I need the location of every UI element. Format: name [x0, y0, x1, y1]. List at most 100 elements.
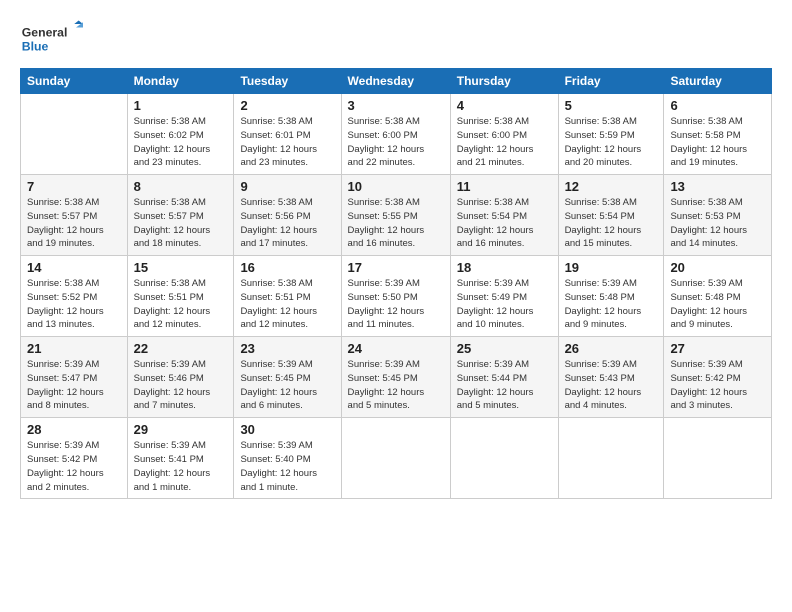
- day-number: 20: [670, 260, 765, 275]
- week-row-0: 1Sunrise: 5:38 AM Sunset: 6:02 PM Daylig…: [21, 94, 772, 175]
- day-info: Sunrise: 5:38 AM Sunset: 5:53 PM Dayligh…: [670, 196, 765, 251]
- calendar-cell: 2Sunrise: 5:38 AM Sunset: 6:01 PM Daylig…: [234, 94, 341, 175]
- day-number: 28: [27, 422, 121, 437]
- day-number: 24: [348, 341, 444, 356]
- day-number: 17: [348, 260, 444, 275]
- calendar-cell: 5 Sunrise: 5:38 AM Sunset: 5:59 PM Daylig…: [558, 94, 664, 175]
- day-number: 18: [457, 260, 552, 275]
- day-number: 11: [457, 179, 552, 194]
- day-info: Sunrise: 5:38 AM Sunset: 5:58 PM Dayligh…: [670, 115, 765, 170]
- day-info: Sunrise: 5:39 AM Sunset: 5:40 PM Dayligh…: [240, 439, 334, 494]
- calendar-cell: 23Sunrise: 5:39 AM Sunset: 5:45 PM Dayli…: [234, 337, 341, 418]
- calendar-cell: [341, 418, 450, 499]
- header: General Blue: [20, 18, 772, 58]
- day-number: 27: [670, 341, 765, 356]
- calendar-cell: 16 Sunrise: 5:38 AM Sunset: 5:51 PM Dayli…: [234, 256, 341, 337]
- weekday-header-thursday: Thursday: [450, 69, 558, 94]
- calendar-cell: 24 Sunrise: 5:39 AM Sunset: 5:45 PM Dayli…: [341, 337, 450, 418]
- day-number: 5: [565, 98, 658, 113]
- page: General Blue SundayMondayTuesdayWednesda…: [0, 0, 792, 612]
- day-number: 6: [670, 98, 765, 113]
- week-row-2: 14 Sunrise: 5:38 AM Sunset: 5:52 PM Dayli…: [21, 256, 772, 337]
- week-row-3: 21 Sunrise: 5:39 AM Sunset: 5:47 PM Dayli…: [21, 337, 772, 418]
- day-info: Sunrise: 5:39 AM Sunset: 5:48 PM Dayligh…: [565, 277, 658, 332]
- day-number: 30: [240, 422, 334, 437]
- week-row-4: 28 Sunrise: 5:39 AM Sunset: 5:42 PM Dayli…: [21, 418, 772, 499]
- day-number: 15: [134, 260, 228, 275]
- day-info: Sunrise: 5:39 AM Sunset: 5:43 PM Dayligh…: [565, 358, 658, 413]
- weekday-header-row: SundayMondayTuesdayWednesdayThursdayFrid…: [21, 69, 772, 94]
- day-number: 3: [348, 98, 444, 113]
- day-info: Sunrise: 5:38 AM Sunset: 5:57 PM Dayligh…: [27, 196, 121, 251]
- day-info: Sunrise: 5:38 AM Sunset: 5:59 PM Dayligh…: [565, 115, 658, 170]
- day-number: 19: [565, 260, 658, 275]
- calendar-cell: 27Sunrise: 5:39 AM Sunset: 5:42 PM Dayli…: [664, 337, 772, 418]
- weekday-header-saturday: Saturday: [664, 69, 772, 94]
- weekday-header-friday: Friday: [558, 69, 664, 94]
- day-info: Sunrise: 5:38 AM Sunset: 6:00 PM Dayligh…: [457, 115, 552, 170]
- day-number: 9: [240, 179, 334, 194]
- day-number: 14: [27, 260, 121, 275]
- calendar-cell: 1Sunrise: 5:38 AM Sunset: 6:02 PM Daylig…: [127, 94, 234, 175]
- calendar-cell: 17 Sunrise: 5:39 AM Sunset: 5:50 PM Dayli…: [341, 256, 450, 337]
- day-info: Sunrise: 5:39 AM Sunset: 5:44 PM Dayligh…: [457, 358, 552, 413]
- day-number: 16: [240, 260, 334, 275]
- calendar-cell: 3Sunrise: 5:38 AM Sunset: 6:00 PM Daylig…: [341, 94, 450, 175]
- calendar-cell: [450, 418, 558, 499]
- calendar-cell: 20 Sunrise: 5:39 AM Sunset: 5:48 PM Dayli…: [664, 256, 772, 337]
- calendar-cell: [664, 418, 772, 499]
- calendar-cell: 29Sunrise: 5:39 AM Sunset: 5:41 PM Dayli…: [127, 418, 234, 499]
- day-info: Sunrise: 5:38 AM Sunset: 5:52 PM Dayligh…: [27, 277, 121, 332]
- weekday-header-monday: Monday: [127, 69, 234, 94]
- calendar-cell: 25Sunrise: 5:39 AM Sunset: 5:44 PM Dayli…: [450, 337, 558, 418]
- day-number: 8: [134, 179, 228, 194]
- day-number: 12: [565, 179, 658, 194]
- weekday-header-sunday: Sunday: [21, 69, 128, 94]
- svg-text:General: General: [22, 25, 68, 39]
- calendar-cell: 30 Sunrise: 5:39 AM Sunset: 5:40 PM Dayli…: [234, 418, 341, 499]
- day-info: Sunrise: 5:38 AM Sunset: 5:55 PM Dayligh…: [348, 196, 444, 251]
- calendar-cell: 18Sunrise: 5:39 AM Sunset: 5:49 PM Dayli…: [450, 256, 558, 337]
- day-info: Sunrise: 5:39 AM Sunset: 5:50 PM Dayligh…: [348, 277, 444, 332]
- day-info: Sunrise: 5:39 AM Sunset: 5:46 PM Dayligh…: [134, 358, 228, 413]
- day-number: 23: [240, 341, 334, 356]
- calendar-cell: 8 Sunrise: 5:38 AM Sunset: 5:57 PM Daylig…: [127, 175, 234, 256]
- calendar-cell: 12 Sunrise: 5:38 AM Sunset: 5:54 PM Dayli…: [558, 175, 664, 256]
- day-info: Sunrise: 5:38 AM Sunset: 5:51 PM Dayligh…: [240, 277, 334, 332]
- calendar-cell: 10 Sunrise: 5:38 AM Sunset: 5:55 PM Dayli…: [341, 175, 450, 256]
- weekday-header-tuesday: Tuesday: [234, 69, 341, 94]
- logo-svg: General Blue: [20, 18, 90, 58]
- calendar-cell: 9 Sunrise: 5:38 AM Sunset: 5:56 PM Daylig…: [234, 175, 341, 256]
- calendar-cell: 4 Sunrise: 5:38 AM Sunset: 6:00 PM Daylig…: [450, 94, 558, 175]
- calendar-table: SundayMondayTuesdayWednesdayThursdayFrid…: [20, 68, 772, 499]
- day-info: Sunrise: 5:38 AM Sunset: 5:54 PM Dayligh…: [565, 196, 658, 251]
- day-info: Sunrise: 5:38 AM Sunset: 5:57 PM Dayligh…: [134, 196, 228, 251]
- day-info: Sunrise: 5:38 AM Sunset: 5:56 PM Dayligh…: [240, 196, 334, 251]
- day-number: 4: [457, 98, 552, 113]
- calendar-cell: 19 Sunrise: 5:39 AM Sunset: 5:48 PM Dayli…: [558, 256, 664, 337]
- day-info: Sunrise: 5:38 AM Sunset: 5:51 PM Dayligh…: [134, 277, 228, 332]
- calendar-cell: 21 Sunrise: 5:39 AM Sunset: 5:47 PM Dayli…: [21, 337, 128, 418]
- calendar-cell: 7 Sunrise: 5:38 AM Sunset: 5:57 PM Daylig…: [21, 175, 128, 256]
- calendar-cell: 13 Sunrise: 5:38 AM Sunset: 5:53 PM Dayli…: [664, 175, 772, 256]
- day-number: 13: [670, 179, 765, 194]
- day-number: 2: [240, 98, 334, 113]
- day-info: Sunrise: 5:39 AM Sunset: 5:47 PM Dayligh…: [27, 358, 121, 413]
- calendar-cell: 14 Sunrise: 5:38 AM Sunset: 5:52 PM Dayli…: [21, 256, 128, 337]
- calendar-cell: 6 Sunrise: 5:38 AM Sunset: 5:58 PM Daylig…: [664, 94, 772, 175]
- calendar-cell: 22 Sunrise: 5:39 AM Sunset: 5:46 PM Dayli…: [127, 337, 234, 418]
- day-info: Sunrise: 5:39 AM Sunset: 5:42 PM Dayligh…: [27, 439, 121, 494]
- day-info: Sunrise: 5:39 AM Sunset: 5:45 PM Dayligh…: [348, 358, 444, 413]
- calendar-cell: 15 Sunrise: 5:38 AM Sunset: 5:51 PM Dayli…: [127, 256, 234, 337]
- calendar-cell: 26 Sunrise: 5:39 AM Sunset: 5:43 PM Dayli…: [558, 337, 664, 418]
- day-number: 22: [134, 341, 228, 356]
- day-info: Sunrise: 5:39 AM Sunset: 5:48 PM Dayligh…: [670, 277, 765, 332]
- weekday-header-wednesday: Wednesday: [341, 69, 450, 94]
- logo: General Blue: [20, 18, 90, 58]
- day-number: 7: [27, 179, 121, 194]
- day-number: 29: [134, 422, 228, 437]
- day-number: 10: [348, 179, 444, 194]
- calendar-cell: [21, 94, 128, 175]
- day-number: 21: [27, 341, 121, 356]
- day-number: 26: [565, 341, 658, 356]
